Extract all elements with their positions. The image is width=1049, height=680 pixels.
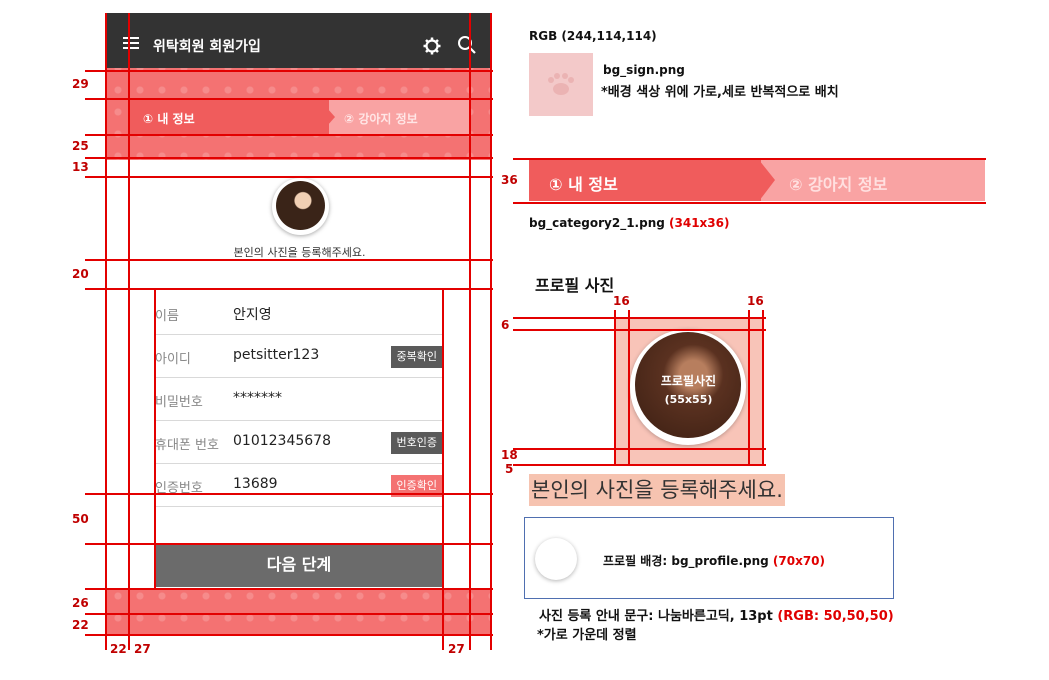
category-bar-sample: ① 내 정보 ② 강아지 정보 [529, 160, 985, 201]
dim-label: 16 [747, 294, 764, 308]
font-note-rgb: (RGB: 50,50,50) [777, 609, 894, 624]
menu-icon[interactable] [123, 37, 139, 50]
guide-line [85, 176, 493, 178]
search-icon[interactable] [457, 35, 477, 55]
sample-step1-label: ① 내 정보 [549, 175, 618, 194]
form-row-password: 비밀번호 ******* [155, 378, 443, 421]
app-title: 위탁회원 회원가입 [153, 39, 261, 55]
guide-line [105, 13, 107, 650]
profile-photo-size: (55x55) [664, 393, 713, 406]
dim-label: 27 [134, 642, 151, 656]
guide-line [85, 288, 493, 290]
guide-line [513, 448, 766, 450]
name-field[interactable]: 안지영 [233, 304, 272, 324]
dim-label: 16 [613, 294, 630, 308]
guide-line [85, 634, 493, 636]
dim-label: 20 [72, 267, 89, 281]
category-file-label: bg_category2_1.png (341x36) [529, 216, 729, 230]
guide-line [85, 134, 493, 136]
sample-step-arrow [759, 160, 775, 201]
photo-guide-text: 본인의 사진을 등록해주세요. [233, 246, 366, 259]
dim-label: 50 [72, 512, 89, 526]
form-row-id: 아이디 petsitter123 중복확인 [155, 335, 443, 378]
profile-bg-filename: bg_profile.png [671, 554, 769, 568]
dim-label: 26 [72, 596, 89, 610]
id-field[interactable]: petsitter123 [233, 347, 319, 363]
guide-line [85, 543, 493, 545]
sample-step2-label: ② 강아지 정보 [789, 175, 888, 194]
guide-line [748, 310, 750, 466]
name-label: 이름 [155, 309, 179, 324]
guide-text-sample: 본인의 사진을 등록해주세요. [529, 474, 785, 506]
dim-label: 25 [72, 139, 89, 153]
dim-label: 36 [501, 173, 518, 187]
font-note-text: 사진 등록 안내 문구: 나눔바른고딕, 13pt [539, 609, 778, 624]
guide-line [85, 98, 493, 100]
profile-photo [276, 181, 325, 230]
form-row-name: 이름 안지영 [155, 292, 443, 335]
dim-label: 27 [448, 642, 465, 656]
rgb-label: RGB (244,114,114) [529, 29, 657, 43]
dim-label: 29 [72, 77, 89, 91]
guide-line [85, 613, 493, 615]
guide-line [128, 13, 130, 650]
check-duplicate-button[interactable]: 중복확인 [390, 346, 443, 368]
font-note: 사진 등록 안내 문구: 나눔바른고딕, 13pt (RGB: 50,50,50… [539, 605, 894, 624]
dim-label: 18 [501, 448, 518, 462]
profile-bg-size: (70x70) [772, 554, 826, 568]
profile-bg-spec-box: 프로필 배경: bg_profile.png (70x70) [524, 517, 894, 599]
profile-bg-label: 프로필 배경: bg_profile.png (70x70) [603, 552, 825, 569]
profile-photo-button[interactable] [272, 178, 329, 235]
guide-line [513, 202, 986, 204]
profile-bg-title: 프로필 배경: [603, 554, 672, 568]
dim-label: 22 [72, 618, 89, 632]
top-app-bar: 위탁회원 회원가입 [107, 13, 492, 68]
profile-photo-label: 프로필사진 [660, 374, 717, 388]
guide-line [85, 493, 493, 495]
profile-heading: 프로필 사진 [535, 276, 615, 295]
step-arrow [319, 99, 335, 135]
guide-line [85, 259, 493, 261]
guide-line [513, 464, 766, 466]
dim-label: 22 [110, 642, 127, 656]
guide-line [85, 588, 493, 590]
form-row-phone: 휴대폰 번호 01012345678 번호인증 [155, 421, 443, 464]
guide-line [85, 70, 493, 72]
step-category-bar: ② 강아지 정보 ① 내 정보 [129, 99, 470, 135]
guide-line [628, 310, 630, 466]
guide-line [442, 288, 444, 650]
form-row-code: 인증번호 13689 인증확인 [155, 464, 443, 507]
password-field[interactable]: ******* [233, 390, 282, 406]
guide-line [85, 157, 493, 159]
password-label: 비밀번호 [155, 395, 203, 410]
guide-line [490, 13, 492, 650]
id-label: 아이디 [155, 352, 191, 367]
guide-line [469, 13, 471, 650]
guide-line [614, 310, 616, 466]
paw-icon [548, 73, 574, 95]
tab-my-info[interactable]: ① 내 정보 [129, 99, 329, 135]
guide-line [513, 329, 766, 331]
phone-field[interactable]: 01012345678 [233, 433, 331, 449]
phone-verify-button[interactable]: 번호인증 [390, 432, 443, 454]
code-field[interactable]: 13689 [233, 476, 278, 492]
dim-label: 13 [72, 160, 89, 174]
phone-screen: 위탁회원 회원가입 ② 강아지 정보 ① 내 정보 본인의 사진을 등록해주세요… [107, 13, 492, 635]
guide-line [762, 310, 764, 466]
next-step-button[interactable]: 다음 단계 [155, 543, 443, 587]
bg-sign-filename: bg_sign.png [603, 63, 685, 77]
gear-icon[interactable] [423, 37, 441, 55]
phone-label: 휴대폰 번호 [155, 438, 219, 453]
category-size: (341x36) [669, 216, 730, 230]
form-card: 본인의 사진을 등록해주세요. 이름 안지영 아이디 petsitter123 … [107, 160, 492, 590]
bg-sign-swatch [529, 53, 593, 116]
guide-line [513, 317, 766, 319]
profile-bg-sample [535, 538, 577, 580]
profile-spec-box: 프로필사진 (55x55) [614, 317, 763, 465]
sample-step1: ① 내 정보 [529, 160, 761, 201]
center-note: *가로 가운데 정렬 [537, 628, 637, 643]
category-filename: bg_category2_1.png [529, 216, 665, 230]
bg-sign-note: *배경 색상 위에 가로,세로 반복적으로 배치 [601, 85, 839, 100]
dim-label: 6 [501, 318, 510, 332]
